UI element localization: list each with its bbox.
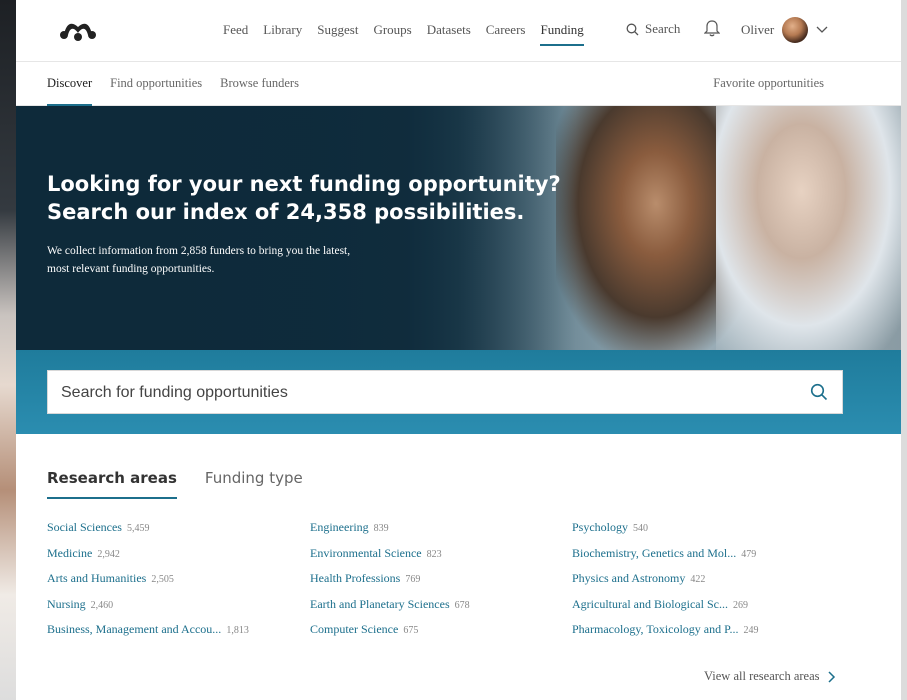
view-all-label: View all research areas [704,669,820,683]
user-name: Oliver [741,22,775,37]
tab-browse-funders[interactable]: Browse funders [220,76,299,91]
nav-link-datasets[interactable]: Datasets [427,22,471,38]
research-column-3: Psychology 540 Biochemistry, Genetics an… [572,520,758,639]
research-column-2: Engineering 839 Environmental Science 82… [310,520,572,639]
nav-search-label: Search [645,21,681,36]
hero-subtitle-line-2: most relevant funding opportunities. [47,263,215,275]
search-placeholder: Search for funding opportunities [61,384,288,401]
research-area-link[interactable]: Social Sciences 5,459 [47,520,310,537]
nav-link-feed[interactable]: Feed [223,22,248,38]
funding-search-input[interactable]: Search for funding opportunities [47,370,843,414]
nav-link-suggest[interactable]: Suggest [317,22,358,38]
tab-research-areas[interactable]: Research areas [47,469,177,499]
chevron-down-icon [816,26,828,33]
main-nav-links: Feed Library Suggest Groups Datasets Car… [223,22,599,46]
research-area-link[interactable]: Arts and Humanities 2,505 [47,571,310,588]
hero-title-line-1: Looking for your next funding opportunit… [47,172,561,196]
tab-discover[interactable]: Discover [47,76,93,106]
sub-navigation: Discover Find opportunities Browse funde… [16,62,901,106]
hero-subtitle-line-1: We collect information from 2,858 funder… [47,245,351,257]
funding-page: Feed Library Suggest Groups Datasets Car… [16,0,901,700]
nav-link-library[interactable]: Library [263,22,302,38]
background-edge-right [901,0,907,700]
hero-overlay [16,106,576,350]
research-area-link[interactable]: Physics and Astronomy 422 [572,571,758,588]
favorite-opportunities-link[interactable]: Favorite opportunities [713,76,824,91]
funding-tabs: Discover Find opportunities Browse funde… [47,76,299,106]
research-tabs: Research areas Funding type [47,469,303,499]
hero-title-line-2: Search our index of 24,358 possibilities… [47,200,525,224]
research-area-link[interactable]: Business, Management and Accou... 1,813 [47,622,310,639]
nav-link-groups[interactable]: Groups [373,22,411,38]
research-area-link[interactable]: Engineering 839 [310,520,572,537]
avatar [782,17,809,43]
user-menu[interactable]: Oliver [741,17,828,43]
research-area-link[interactable]: Nursing 2,460 [47,597,310,614]
research-areas-grid: Social Sciences 5,459 Medicine 2,942 Art… [47,520,758,639]
nav-search-button[interactable]: Search [626,21,680,37]
tab-find-opportunities[interactable]: Find opportunities [110,76,202,91]
research-area-link[interactable]: Agricultural and Biological Sc... 269 [572,597,758,614]
chevron-right-icon [827,670,835,683]
search-icon [626,23,639,35]
nav-link-funding[interactable]: Funding [540,22,585,46]
research-area-link[interactable]: Environmental Science 823 [310,546,572,563]
background-edge [0,0,16,700]
notification-bell-icon[interactable] [704,19,720,37]
research-area-link[interactable]: Health Professions 769 [310,571,572,588]
top-navigation: Feed Library Suggest Groups Datasets Car… [16,0,901,62]
research-area-link[interactable]: Pharmacology, Toxicology and P... 249 [572,622,758,639]
hero-photo-colleague [716,106,901,350]
hero-banner: Looking for your next funding opportunit… [16,106,901,350]
research-area-link[interactable]: Biochemistry, Genetics and Mol... 479 [572,546,758,563]
research-area-link[interactable]: Medicine 2,942 [47,546,310,563]
view-all-research-areas-link[interactable]: View all research areas [704,669,836,684]
search-icon[interactable] [810,383,828,401]
hero-title: Looking for your next funding opportunit… [47,170,567,226]
nav-link-careers[interactable]: Careers [486,22,526,38]
research-column-1: Social Sciences 5,459 Medicine 2,942 Art… [47,520,310,639]
hero-subtitle: We collect information from 2,858 funder… [47,242,427,278]
search-band: Search for funding opportunities [16,350,901,434]
research-area-link[interactable]: Psychology 540 [572,520,758,537]
research-area-link[interactable]: Computer Science 675 [310,622,572,639]
mendeley-logo-icon[interactable] [58,17,98,41]
research-area-link[interactable]: Earth and Planetary Sciences 678 [310,597,572,614]
tab-funding-type[interactable]: Funding type [205,469,303,487]
